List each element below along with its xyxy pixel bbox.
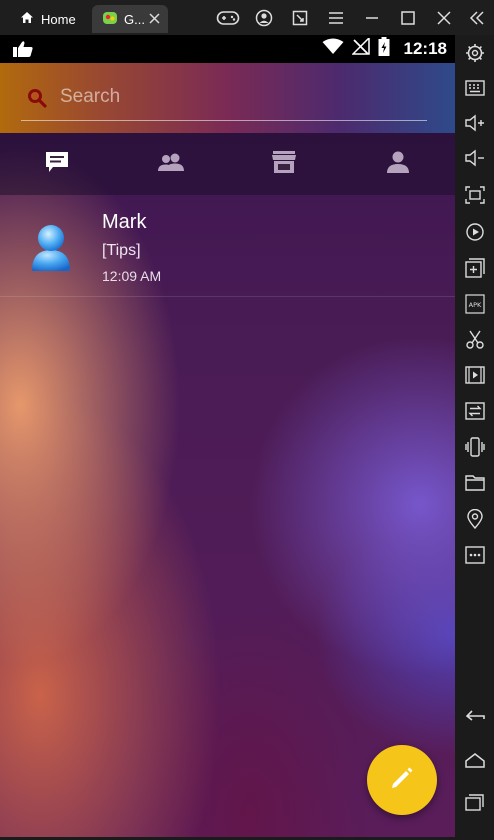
tab-home-label: Home <box>41 11 76 27</box>
store-icon <box>271 150 297 179</box>
game-app-icon <box>102 11 118 28</box>
minimize-icon[interactable] <box>354 0 390 35</box>
more-icon[interactable] <box>455 540 494 570</box>
resize-icon[interactable] <box>282 0 318 35</box>
pencil-icon <box>389 765 415 796</box>
search-bar <box>0 63 455 133</box>
android-screen: 12:18 Search Mark [Tips] 12:09 AM <box>0 35 455 837</box>
nav-tabs <box>0 133 455 195</box>
svg-text:APK: APK <box>468 301 481 309</box>
folder-icon[interactable] <box>455 468 494 498</box>
tab-game-label: G... <box>124 11 145 27</box>
search-icon <box>27 88 47 113</box>
tab-chats[interactable] <box>0 133 114 195</box>
keyboard-icon[interactable] <box>455 73 494 103</box>
conversation-item[interactable]: Mark [Tips] 12:09 AM <box>0 195 455 297</box>
account-icon[interactable] <box>246 0 282 35</box>
conversation-name: Mark <box>102 211 147 233</box>
close-icon[interactable] <box>426 0 462 35</box>
compose-button[interactable] <box>367 745 437 815</box>
contacts-icon <box>157 152 185 177</box>
chat-icon <box>44 150 70 179</box>
tab-profile[interactable] <box>341 133 455 195</box>
tab-close-icon[interactable] <box>149 12 160 27</box>
avatar <box>31 222 71 277</box>
menu-icon[interactable] <box>318 0 354 35</box>
home-nav-icon[interactable] <box>455 745 494 775</box>
search-input[interactable] <box>60 81 420 113</box>
search-underline <box>21 120 427 121</box>
tab-game[interactable]: G... <box>92 5 168 33</box>
volume-up-icon[interactable] <box>455 108 494 138</box>
conversation-time: 12:09 AM <box>102 268 162 284</box>
apk-icon[interactable]: APK <box>455 289 494 319</box>
gamepad-icon[interactable] <box>210 0 246 35</box>
profile-icon <box>386 150 410 179</box>
window-titlebar: Home G... <box>0 0 494 35</box>
thumbs-up-icon <box>12 40 34 63</box>
settings-icon[interactable] <box>455 38 494 68</box>
status-time: 12:18 <box>403 39 447 58</box>
tab-contacts[interactable] <box>114 133 228 195</box>
back-icon[interactable] <box>455 700 494 730</box>
emulator-sidebar: APK <box>455 35 494 840</box>
battery-charging-icon <box>378 37 390 61</box>
record-icon[interactable] <box>455 217 494 247</box>
screenshot-icon[interactable] <box>455 180 494 210</box>
location-icon[interactable] <box>455 504 494 534</box>
status-bar: 12:18 <box>0 35 455 63</box>
video-icon[interactable] <box>455 360 494 390</box>
tab-home[interactable]: Home <box>10 5 90 33</box>
wifi-icon <box>322 38 344 60</box>
conversation-message: [Tips] <box>102 242 141 259</box>
add-app-icon[interactable] <box>455 253 494 283</box>
tab-store[interactable] <box>228 133 342 195</box>
volume-down-icon[interactable] <box>455 143 494 173</box>
recent-apps-icon[interactable] <box>455 787 494 817</box>
no-signal-icon <box>350 36 370 60</box>
transfer-icon[interactable] <box>455 396 494 426</box>
collapse-icon[interactable] <box>460 0 494 35</box>
maximize-icon[interactable] <box>390 0 426 35</box>
shake-icon[interactable] <box>455 432 494 462</box>
home-icon <box>20 11 34 27</box>
scissors-icon[interactable] <box>455 325 494 355</box>
